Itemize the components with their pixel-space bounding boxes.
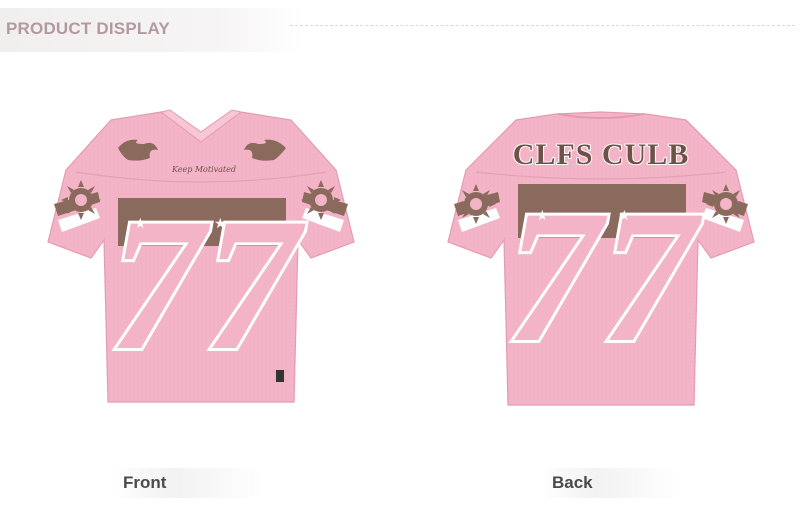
jersey-front-graphic: Keep Motivated 77 ★ ★ [47, 109, 355, 403]
star-icon: ★ [214, 215, 227, 231]
jersey-name-text: CLFS CULB [513, 138, 690, 171]
page-header: PRODUCT DISPLAY [0, 0, 800, 60]
sun-motif-left [456, 184, 496, 224]
page-title: PRODUCT DISPLAY [6, 19, 170, 38]
chest-script-text: Keep Motivated [171, 165, 236, 174]
product-image-front: Keep Motivated 77 ★ ★ [36, 100, 366, 420]
jersey-back-graphic: CLFS CULB 77 ★ ★ [447, 111, 755, 406]
header-divider [290, 25, 795, 26]
sun-motif-right [301, 180, 341, 220]
back-view-label: Back [552, 473, 593, 492]
sun-motif-left [61, 180, 101, 220]
jersey-number-back: 77 [506, 172, 703, 382]
star-icon: ★ [618, 207, 631, 223]
front-view-label: Front [123, 473, 167, 492]
star-icon: ★ [536, 207, 549, 223]
sun-motif-right [706, 184, 746, 224]
product-image-back: CLFS CULB 77 ★ ★ [436, 100, 766, 420]
star-icon: ★ [134, 215, 147, 231]
jersey-number-front: 77 [109, 180, 306, 390]
